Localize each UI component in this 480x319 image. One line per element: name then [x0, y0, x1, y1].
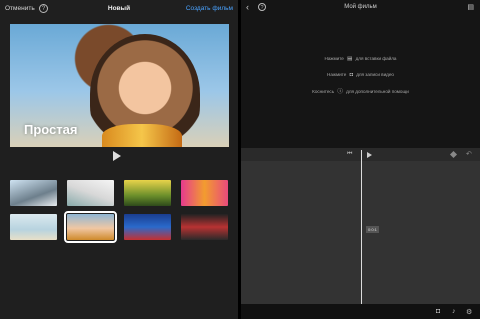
hint-text: Нажмите — [324, 56, 344, 61]
theme-thumb-7[interactable] — [124, 214, 171, 240]
hint-insert-media: Нажмите ▤ для вставки файла — [241, 56, 480, 62]
gear-icon[interactable]: ⚙ — [466, 308, 472, 316]
theme-thumb-2[interactable] — [67, 180, 114, 206]
theme-thumb-3[interactable] — [124, 180, 171, 206]
insert-media-icon[interactable]: ▤ — [467, 3, 474, 11]
play-icon[interactable] — [367, 152, 372, 158]
theme-preview-label: Простая — [24, 122, 78, 137]
hint-text: Нажмите — [327, 72, 347, 77]
question-circle-icon: ⓘ — [337, 89, 343, 95]
microphone-icon[interactable]: ♪ — [452, 308, 456, 315]
time-badge: 0:0:1 — [366, 226, 379, 233]
hint-text: для вставки файла — [355, 56, 397, 61]
theme-thumb-5[interactable] — [10, 214, 57, 240]
left-header: Отменить ? Новый Создать фильм — [0, 0, 238, 20]
camera-icon[interactable]: ◘ — [436, 308, 440, 315]
audio-level-icon[interactable] — [449, 150, 458, 159]
theme-picker-panel: Отменить ? Новый Создать фильм Простая — [0, 0, 238, 319]
theme-preview[interactable]: Простая — [10, 24, 229, 147]
skip-back-icon[interactable]: ⏮ — [347, 151, 352, 158]
bottom-toolbar: ◘ ♪ ⚙ — [241, 304, 480, 319]
theme-thumb-8[interactable] — [181, 214, 228, 240]
undo-icon[interactable]: ↶ — [466, 150, 472, 158]
hint-help: Коснитесь ⓘ для дополнительной помощи — [241, 87, 480, 95]
hint-text: для записи видео — [356, 72, 394, 77]
playhead[interactable] — [361, 150, 362, 306]
hint-record-video: Нажмите ◘ для записи видео — [241, 72, 480, 78]
theme-thumb-1[interactable] — [10, 180, 57, 206]
project-panel: ‹ ? Мой фильм ▤ Нажмите ▤ для вставки фа… — [241, 0, 480, 319]
theme-thumb-6-selected[interactable] — [64, 211, 117, 243]
right-header: ‹ ? Мой фильм ▤ — [241, 0, 480, 14]
theme-thumb-4[interactable] — [181, 180, 228, 206]
preview-image-detail — [102, 124, 182, 147]
project-title: Мой фильм — [344, 4, 377, 10]
hint-text: Коснитесь — [312, 89, 335, 94]
camera-icon: ◘ — [349, 72, 353, 78]
play-icon[interactable] — [113, 151, 121, 161]
insert-media-icon: ▤ — [347, 56, 353, 62]
hint-text: для дополнительной помощи — [346, 89, 409, 94]
create-movie-button[interactable]: Создать фильм — [186, 5, 233, 12]
